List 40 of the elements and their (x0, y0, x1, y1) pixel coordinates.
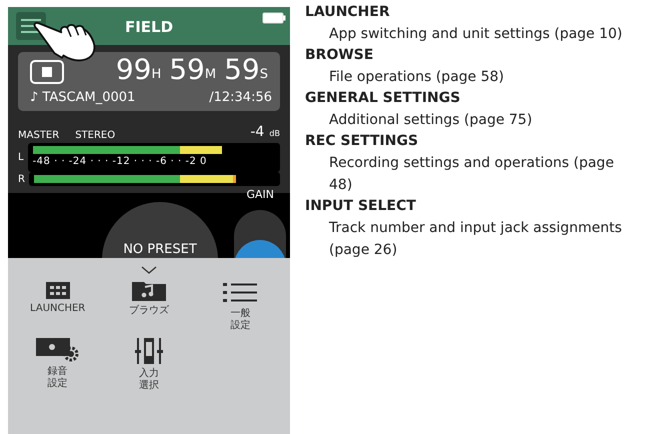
meter-mode: STEREO (75, 128, 116, 142)
section-title: BROWSE (305, 46, 374, 65)
time-unit: S (260, 66, 268, 84)
menu-item[interactable]: 録音設定 (12, 338, 104, 392)
menu-item[interactable]: LAUNCHER (12, 282, 104, 332)
camera-gear-icon (36, 338, 80, 362)
section-description: Recording settings and operations (page 48) (328, 154, 615, 195)
time-value: 99 (116, 56, 152, 84)
total-time: /12:34:56 (209, 89, 272, 107)
channel-label: L (18, 150, 24, 164)
chevron-down-icon[interactable] (141, 266, 157, 274)
gain-label: GAIN (246, 187, 274, 203)
section-description: Track number and input jack assignments (page 26) (328, 219, 623, 260)
grid-icon (46, 282, 70, 299)
section-description: App switching and unit settings (page 10) (328, 25, 624, 44)
section-title: REC SETTINGS (305, 132, 420, 151)
menu-item[interactable]: 一般設定 (194, 282, 286, 332)
stop-button[interactable] (30, 60, 64, 84)
section-description: File operations (page 58) (328, 68, 505, 87)
meter-label: MASTER (18, 128, 60, 142)
menu-item[interactable]: 入力選択 (103, 338, 195, 392)
screen-title: FIELD (124, 17, 174, 38)
section-title: GENERAL SETTINGS (305, 89, 462, 108)
stop-icon (42, 67, 52, 77)
meter-scale: -48 · · -24 · · · -12 · · · -6 · · -2 0 (32, 154, 208, 168)
section-description: Additional settings (page 75) (328, 111, 534, 130)
section-title: LAUNCHER (305, 3, 391, 22)
menu-item[interactable]: ブラウズ (103, 282, 195, 332)
channel-label: R (18, 172, 25, 186)
time-unit: H (151, 66, 162, 84)
file-name: ♪ TASCAM_0001 (30, 89, 136, 107)
time-value: 59 (224, 56, 260, 84)
section-title: INPUT SELECT (305, 197, 417, 216)
time-unit: M (204, 66, 216, 84)
battery-icon (262, 12, 286, 24)
music-folder-icon (132, 282, 166, 301)
list-icon (223, 282, 258, 304)
meter-reading: -4 dB (250, 122, 280, 142)
time-value: 59 (169, 56, 205, 84)
fader-icon (134, 338, 163, 364)
